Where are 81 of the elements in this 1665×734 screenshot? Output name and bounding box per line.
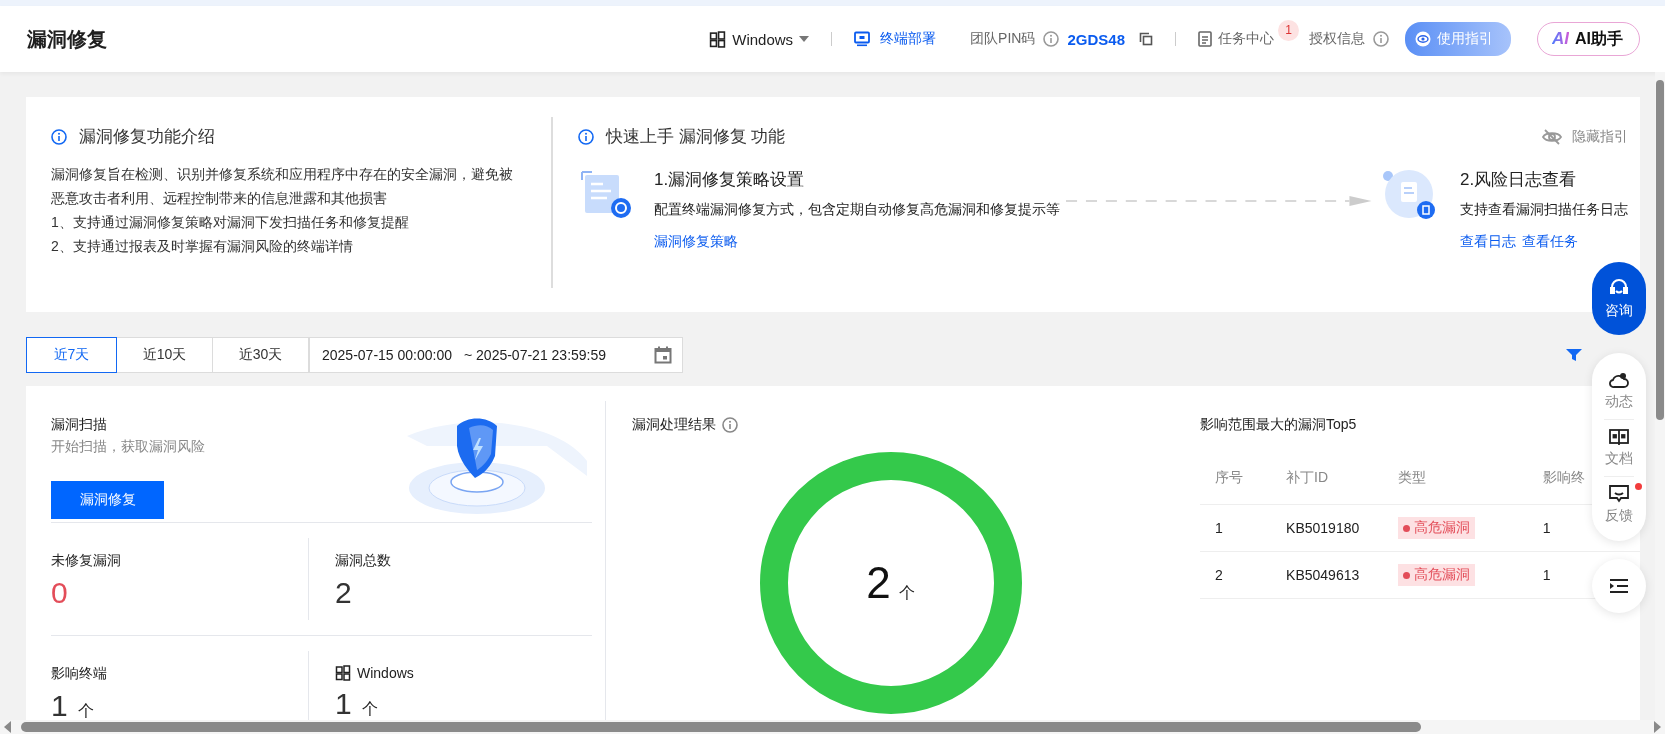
stat-label: Windows <box>357 665 414 681</box>
shortcut-button[interactable]: 文档 <box>1604 419 1634 476</box>
cloud-icon <box>1609 371 1629 389</box>
indent-icon <box>1610 579 1628 593</box>
column-header: 序号 <box>1200 452 1272 505</box>
stat-label: 漏洞总数 <box>335 552 392 570</box>
monitor-icon <box>854 31 871 47</box>
chat-icon <box>1609 485 1629 503</box>
license-label: 授权信息 <box>1309 30 1365 48</box>
info-icon <box>578 128 594 145</box>
section-title: 快速上手 漏洞修复 功能 <box>606 126 786 148</box>
notification-badge: 1 <box>1278 19 1299 41</box>
date-range-tab[interactable]: 近10天 <box>116 337 213 373</box>
step-link[interactable]: 查看日志 <box>1460 233 1516 251</box>
copy-icon[interactable] <box>1139 32 1153 46</box>
info-icon <box>1373 31 1389 47</box>
intro-point: 1、支持通过漏洞修复策略对漏洞下发扫描任务和修复提醒 <box>51 213 410 232</box>
hide-guide-button[interactable]: 隐藏指引 <box>1542 127 1628 146</box>
windows-icon <box>709 30 727 48</box>
card-title: 漏洞扫描 <box>51 416 108 434</box>
os-dropdown[interactable]: Windows <box>709 30 810 48</box>
scrollbar-thumb[interactable] <box>1656 80 1664 420</box>
table-cell: 1 <box>1200 504 1272 552</box>
date-range-tab[interactable]: 近30天 <box>212 337 309 373</box>
severity-tag: 高危漏洞 <box>1398 517 1476 539</box>
step-description: 支持查看漏洞扫描任务日志 <box>1460 201 1628 219</box>
calendar-icon <box>654 346 672 364</box>
scroll-left-arrow[interactable] <box>4 721 11 733</box>
page-title: 漏洞修复 <box>27 26 107 52</box>
stat-unit: 个 <box>77 701 94 721</box>
book-icon <box>1609 428 1629 446</box>
document-icon <box>1382 168 1438 222</box>
info-icon <box>722 417 738 433</box>
shortcut-button[interactable]: 动态 <box>1592 363 1646 419</box>
document-icon <box>578 168 632 220</box>
windows-icon <box>335 665 351 681</box>
stat-value: 1 <box>51 689 68 723</box>
step-link[interactable]: 查看任务 <box>1522 233 1578 251</box>
step-title: 1.漏洞修复策略设置 <box>654 169 806 191</box>
total-count: 2 <box>866 558 891 608</box>
deploy-link[interactable]: 终端部署 <box>854 30 937 48</box>
count-unit: 个 <box>898 583 915 603</box>
consult-button[interactable]: 咨询 <box>1592 262 1646 335</box>
pin-label: 团队PIN码 <box>970 30 1036 48</box>
scrollbar-thumb[interactable] <box>21 722 1421 732</box>
date-range-field[interactable]: 2025-07-15 00:00:00 ~ 2025-07-21 23:59:59 <box>309 337 683 373</box>
date-range-tab[interactable]: 近7天 <box>26 337 117 373</box>
caret-icon <box>799 36 810 42</box>
eye-off-icon <box>1542 127 1562 146</box>
card-subtitle: 开始扫描，获取漏洞风险 <box>51 438 205 456</box>
pin-code: 2GDS48 <box>1067 30 1125 48</box>
shortcut-button[interactable]: 反馈 <box>1604 476 1634 533</box>
column-header: 类型 <box>1383 452 1528 505</box>
section-title: 漏洞修复功能介绍 <box>79 126 215 148</box>
intro-text: 漏洞修复旨在检测、识别并修复系统和应用程序中存在的安全漏洞，避免被恶意攻击者利用、远程控制带来的信息泄露和其他损害 <box>51 165 514 208</box>
info-icon <box>51 128 67 145</box>
table-cell: 2 <box>1200 551 1272 599</box>
task-center-button[interactable]: 任务中心 <box>1198 30 1274 48</box>
vulnerability-fix-button[interactable]: 漏洞修复 <box>51 481 164 519</box>
card-title: 影响范围最大的漏洞Top5 <box>1200 416 1358 434</box>
scroll-right-arrow[interactable] <box>1654 721 1661 733</box>
ai-assistant-button[interactable]: AI AI助手 <box>1537 22 1640 56</box>
filter-icon[interactable] <box>1566 349 1582 361</box>
stat-value: 2 <box>335 576 352 610</box>
info-icon <box>1043 31 1060 47</box>
document-icon <box>1198 31 1212 47</box>
table-cell: KB5019180 <box>1271 504 1384 552</box>
stat-label: 影响终端 <box>51 665 108 683</box>
stat-value: 1 <box>335 687 352 721</box>
card-title: 漏洞处理结果 <box>632 416 716 434</box>
stat-label: 未修复漏洞 <box>51 552 122 570</box>
column-header: 补丁ID <box>1271 452 1384 505</box>
stat-value: 0 <box>51 576 68 610</box>
intro-point: 2、支持通过报表及时掌握有漏洞风险的终端详情 <box>51 237 354 256</box>
stat-unit: 个 <box>361 699 378 719</box>
step-link[interactable]: 漏洞修复策略 <box>654 233 738 251</box>
severity-tag: 高危漏洞 <box>1398 564 1476 586</box>
step-title: 2.风险日志查看 <box>1460 169 1578 191</box>
step-description: 配置终端漏洞修复方式，包含定期自动修复高危漏洞和修复提示等 <box>654 201 1060 219</box>
eye-icon <box>1415 31 1431 47</box>
table-cell: KB5049613 <box>1271 551 1384 599</box>
